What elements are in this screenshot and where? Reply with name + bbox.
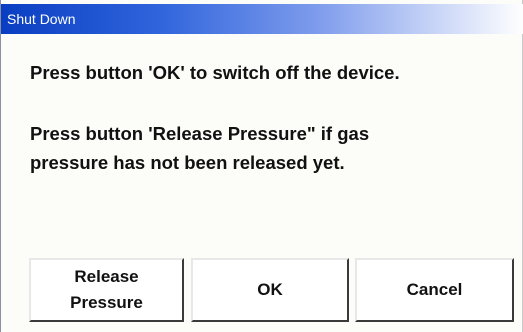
release-pressure-button[interactable]: Release Pressure [29,258,184,322]
release-pressure-button-label: Release Pressure [70,267,143,312]
message-line-1: Press button 'OK' to switch off the devi… [30,62,400,83]
cancel-button[interactable]: Cancel [355,258,514,322]
message-line-2a: Press button 'Release Pressure" if gas [30,123,370,144]
title-bar: Shut Down [1,4,523,34]
window-title: Shut Down [7,11,76,27]
cancel-button-label: Cancel [406,280,463,299]
message-release-instruction: Press button 'Release Pressure" if gas p… [30,119,369,177]
shutdown-dialog: Shut Down Press button 'OK' to switch of… [0,0,523,332]
message-line-2b: pressure has not been released yet. [30,152,345,173]
ok-button[interactable]: OK [191,258,349,322]
message-ok-instruction: Press button 'OK' to switch off the devi… [30,58,400,87]
ok-button-label: OK [257,280,283,299]
